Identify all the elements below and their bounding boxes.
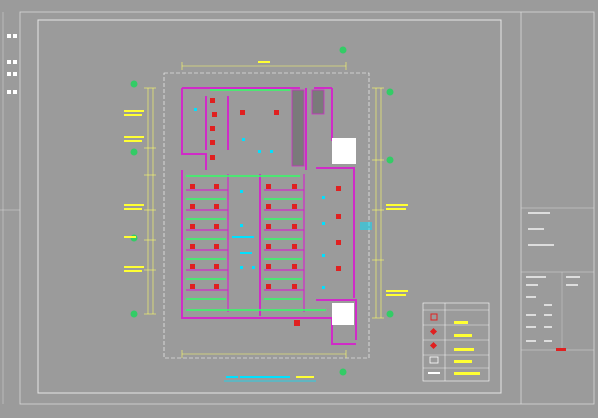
white-room-upper xyxy=(332,138,356,164)
outer-frame xyxy=(19,11,595,405)
fixtures xyxy=(190,98,341,326)
diamond-fixture-icon xyxy=(429,341,438,350)
white-room-lower xyxy=(332,303,354,325)
left-margin-strip xyxy=(0,12,20,404)
cad-drawing-sheet xyxy=(0,11,595,405)
shaft-hatch xyxy=(291,89,325,167)
walls xyxy=(181,87,357,345)
partitions xyxy=(186,174,305,312)
title-block xyxy=(520,12,594,404)
plan-title xyxy=(224,376,316,382)
square-fixture-icon xyxy=(430,313,438,321)
dimension-ticks xyxy=(144,87,384,319)
bar-icon xyxy=(428,372,440,374)
annotation-labels xyxy=(124,61,408,296)
legend-table xyxy=(422,302,490,382)
rect-fixture-icon xyxy=(429,356,439,364)
diamond-fixture-icon xyxy=(429,327,438,336)
